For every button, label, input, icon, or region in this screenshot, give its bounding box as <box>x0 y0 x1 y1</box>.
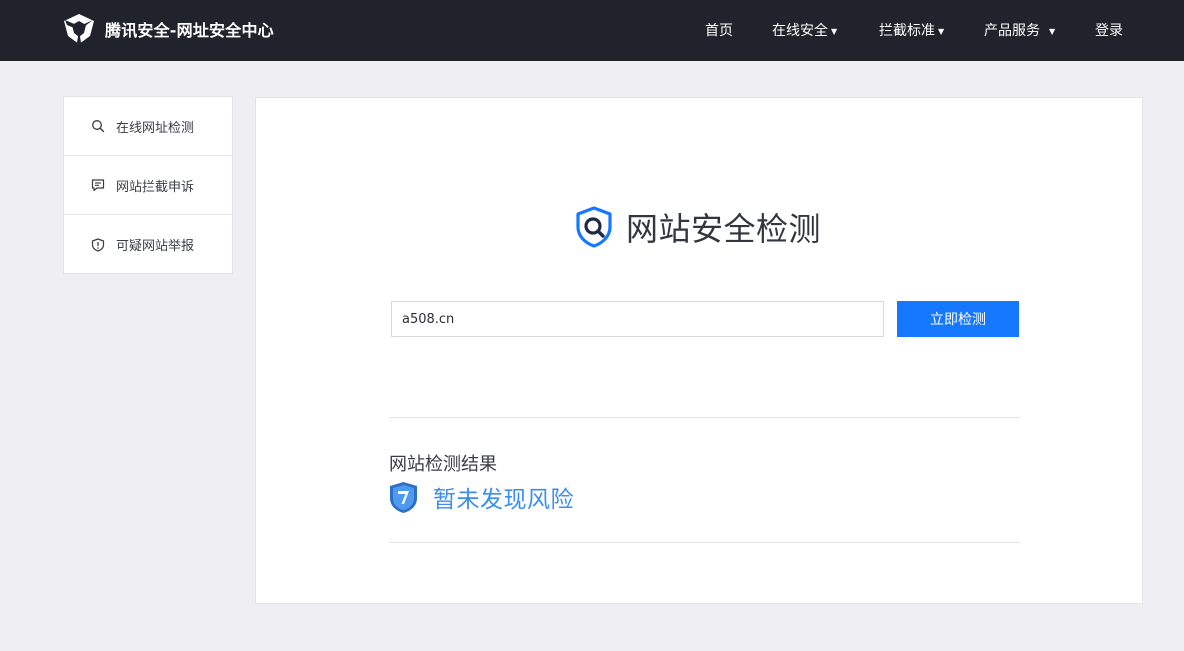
nav-item-label: 在线安全 <box>772 23 828 39</box>
chat-bubble-icon <box>91 179 105 192</box>
result-status: 暂未发现风险 <box>389 480 574 514</box>
nav-item-home[interactable]: 首页 <box>705 20 733 40</box>
nav-item-online-security[interactable]: 在线安全 ▼ <box>772 20 837 40</box>
nav-item-label: 首页 <box>705 23 733 39</box>
url-input[interactable] <box>391 301 884 337</box>
nav-item-interception-standards[interactable]: 拦截标准 ▼ <box>879 20 944 40</box>
sidebar-menu: 在线网址检测 网站拦截申诉 可疑网站举报 <box>63 96 233 274</box>
brand-title: 腾讯安全-网址安全中心 <box>105 21 274 40</box>
safe-shield-icon <box>390 481 417 513</box>
sidebar-item-label: 在线网址检测 <box>116 120 195 136</box>
shield-search-icon <box>576 206 612 248</box>
caret-down-icon: ▼ <box>938 26 945 36</box>
shield-alert-icon <box>91 237 105 252</box>
tencent-security-logo-icon <box>64 14 94 44</box>
sidebar-item-label: 网站拦截申诉 <box>116 179 195 195</box>
divider <box>389 542 1020 543</box>
brand[interactable]: 腾讯安全-网址安全中心 <box>61 12 274 46</box>
divider <box>389 417 1020 418</box>
nav-item-label: 登录 <box>1095 23 1123 39</box>
sidebar-item-url-check[interactable]: 在线网址检测 <box>64 97 232 156</box>
page-title: 网站安全检测 <box>572 204 821 250</box>
sidebar-item-appeal[interactable]: 网站拦截申诉 <box>64 156 232 215</box>
top-navigation-bar: 腾讯安全-网址安全中心 首页 在线安全 ▼ 拦截标准 ▼ 产品服务 ▼ 登录 <box>0 0 1184 61</box>
nav-item-label: 产品服务 <box>984 23 1040 39</box>
check-now-button[interactable]: 立即检测 <box>897 301 1019 337</box>
result-status-text: 暂未发现风险 <box>433 487 574 513</box>
caret-down-icon: ▼ <box>1049 26 1056 36</box>
page-title-text: 网站安全检测 <box>626 210 822 248</box>
caret-down-icon: ▼ <box>831 26 838 36</box>
sidebar-item-report[interactable]: 可疑网站举报 <box>64 215 232 274</box>
nav-item-products[interactable]: 产品服务 ▼ <box>984 20 1055 40</box>
nav-item-login[interactable]: 登录 <box>1095 20 1123 40</box>
result-heading: 网站检测结果 <box>389 454 497 475</box>
nav-item-label: 拦截标准 <box>879 23 935 39</box>
main-panel: 网站安全检测 立即检测 网站检测结果 暂未发现风险 <box>255 97 1143 604</box>
search-icon <box>92 120 105 133</box>
sidebar-item-label: 可疑网站举报 <box>116 239 195 254</box>
